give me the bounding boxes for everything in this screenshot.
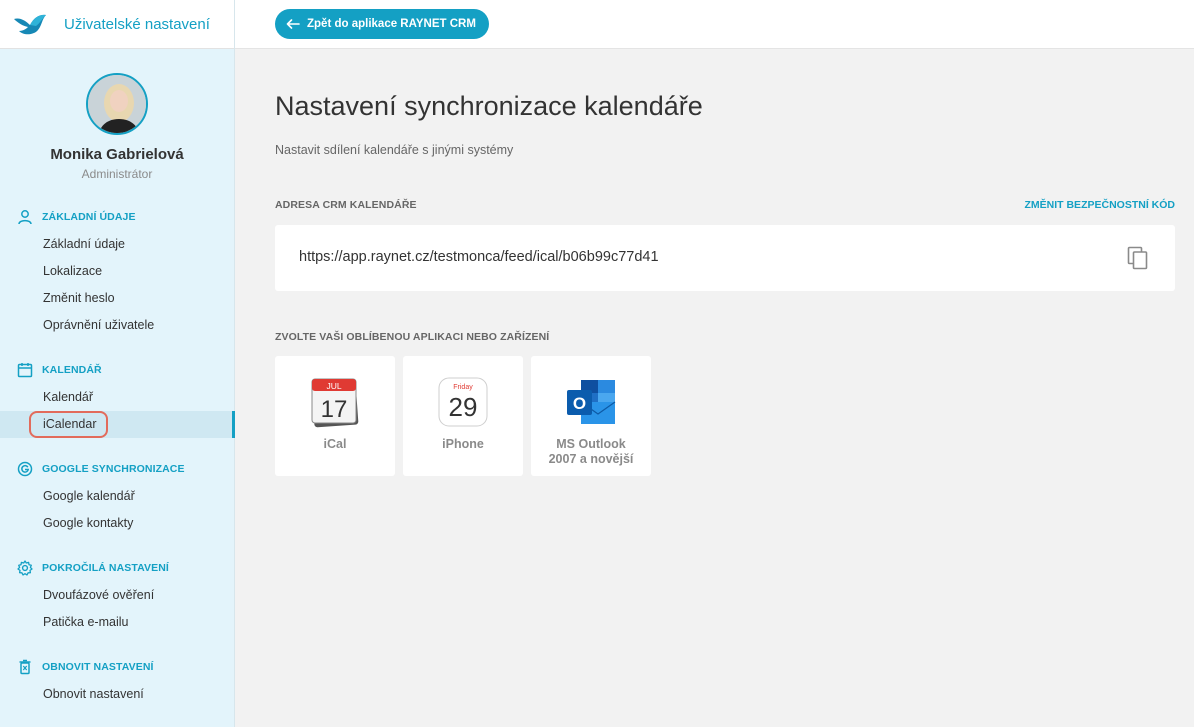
app-card-iphone[interactable]: Friday 29 iPhone <box>403 356 523 476</box>
app-title: Uživatelské nastavení <box>64 15 210 33</box>
sidebar-item-calendar[interactable]: Kalendář <box>0 384 234 411</box>
ical-day: 17 <box>321 396 348 423</box>
iphone-day: 29 <box>449 392 478 422</box>
section-header: GOOGLE SYNCHRONIZACE <box>0 460 234 478</box>
back-to-crm-button[interactable]: Zpět do aplikace RAYNET CRM <box>275 9 489 39</box>
sidebar-item-basic-info[interactable]: Základní údaje <box>0 231 234 258</box>
section-header: POKROČILÁ NASTAVENÍ <box>0 559 234 577</box>
raynet-bird-logo-icon[interactable] <box>12 11 48 37</box>
change-security-code-link[interactable]: ZMĚNIT BEZPEČNOSTNÍ KÓD <box>1024 199 1175 211</box>
section-label: ZÁKLADNÍ ÚDAJE <box>42 211 136 223</box>
app-label: MS Outlook 2007 a novější <box>531 437 651 467</box>
outlook-letter: O <box>573 394 586 413</box>
page-title: Nastavení synchronizace kalendáře <box>275 91 703 121</box>
google-icon <box>17 461 33 477</box>
section-label: GOOGLE SYNCHRONIZACE <box>42 463 185 475</box>
outlook-icon: O <box>567 380 616 424</box>
ical-month: JUL <box>326 381 341 391</box>
section-calendar: KALENDÁŘ Kalendář iCalendar <box>0 361 235 438</box>
trash-icon <box>19 659 31 675</box>
sidebar-item-two-factor[interactable]: Dvoufázové ověření <box>0 582 234 609</box>
gear-icon <box>17 560 33 576</box>
page-subtitle: Nastavit sdílení kalendáře s jinými syst… <box>275 143 514 157</box>
app-card-ical[interactable]: JUL 17 iCal <box>275 356 395 476</box>
sidebar-item-change-password[interactable]: Změnit heslo <box>0 285 234 312</box>
section-basic-info: ZÁKLADNÍ ÚDAJE Základní údaje Lokalizace… <box>0 208 234 339</box>
iphone-weekday: Friday <box>453 384 473 391</box>
section-header: ZÁKLADNÍ ÚDAJE <box>0 208 234 226</box>
section-reset-settings: OBNOVIT NASTAVENÍ Obnovit nastavení <box>0 658 234 708</box>
sidebar-item-icalendar[interactable]: iCalendar <box>0 411 235 438</box>
back-button-label: Zpět do aplikace RAYNET CRM <box>307 18 476 30</box>
app-card-ms-outlook[interactable]: O MS Outlook 2007 a novější <box>531 356 651 476</box>
section-label: POKROČILÁ NASTAVENÍ <box>42 562 169 574</box>
sidebar-item-google-calendar[interactable]: Google kalendář <box>0 483 234 510</box>
sidebar-item-label: iCalendar <box>29 411 108 438</box>
arrow-left-icon <box>286 19 300 29</box>
sidebar-item-email-footer[interactable]: Patička e-mailu <box>0 609 234 636</box>
calendar-url[interactable]: https://app.raynet.cz/testmonca/feed/ica… <box>299 249 659 265</box>
top-bar: Zpět do aplikace RAYNET CRM <box>235 0 1194 49</box>
sidebar-item-google-contacts[interactable]: Google kontakty <box>0 510 234 537</box>
section-header: KALENDÁŘ <box>0 361 234 379</box>
avatar[interactable] <box>86 73 148 135</box>
avatar-photo-icon <box>88 75 146 133</box>
user-profile: Monika Gabrielová Administrátor <box>0 49 234 181</box>
user-role: Administrátor <box>81 167 153 181</box>
sidebar: Uživatelské nastavení Monika Gabrielová … <box>0 0 235 727</box>
sidebar-item-localization[interactable]: Lokalizace <box>0 258 234 285</box>
calendar-icon <box>17 363 33 378</box>
copy-icon[interactable] <box>1127 246 1149 270</box>
app-label-line2: 2007 a novější <box>548 452 634 466</box>
iphone-calendar-icon: Friday 29 <box>438 377 488 427</box>
section-google-sync: GOOGLE SYNCHRONIZACE Google kalendář Goo… <box>0 460 234 537</box>
section-header: OBNOVIT NASTAVENÍ <box>0 658 234 676</box>
choose-app-label: ZVOLTE VAŠI OBLÍBENOU APLIKACI NEBO ZAŘÍ… <box>275 331 550 343</box>
calendar-url-card: https://app.raynet.cz/testmonca/feed/ica… <box>275 225 1175 291</box>
sidebar-item-reset-settings[interactable]: Obnovit nastavení <box>0 681 234 708</box>
ical-icon: JUL 17 <box>311 378 359 428</box>
app-label: iPhone <box>442 437 484 451</box>
app-label-line1: MS Outlook <box>556 437 626 451</box>
sidebar-header: Uživatelské nastavení <box>0 0 234 49</box>
section-label: KALENDÁŘ <box>42 364 102 376</box>
app-list: JUL 17 iCal Friday 29 iPhone O MS Outloo… <box>275 356 659 476</box>
calendar-address-label: ADRESA CRM KALENDÁŘE <box>275 199 417 211</box>
section-label: OBNOVIT NASTAVENÍ <box>42 661 154 673</box>
section-advanced-settings: POKROČILÁ NASTAVENÍ Dvoufázové ověření P… <box>0 559 234 636</box>
app-label: iCal <box>323 437 347 451</box>
sidebar-item-user-permissions[interactable]: Oprávnění uživatele <box>0 312 234 339</box>
user-name: Monika Gabrielová <box>50 146 184 163</box>
person-icon <box>18 210 32 225</box>
